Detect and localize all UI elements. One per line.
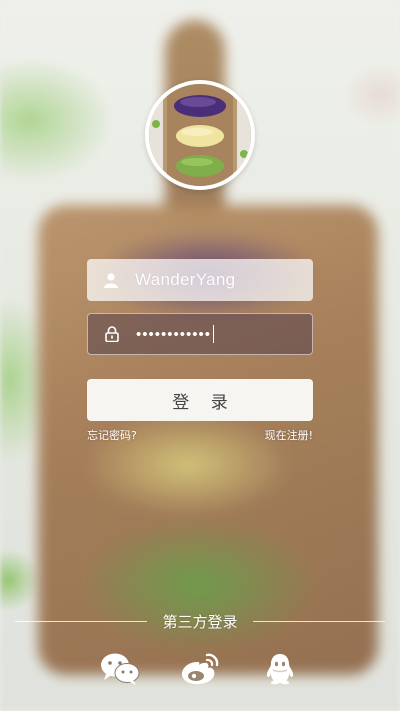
weibo-icon[interactable] [180,651,220,687]
third-party-title: 第三方登录 [162,613,238,631]
lock-icon [88,313,136,355]
login-button[interactable]: 登 录 [87,379,313,421]
avatar[interactable] [145,80,255,190]
username-value: WanderYang [135,270,236,289]
password-field[interactable]: •••••••••••• [87,313,313,355]
wechat-icon[interactable] [100,651,140,687]
forgot-password-link[interactable]: 忘记密码? [87,427,137,443]
username-field[interactable]: WanderYang [87,259,313,301]
user-icon [87,259,135,301]
text-cursor [213,325,215,343]
divider-left [15,621,147,622]
divider-right [253,621,385,622]
qq-icon[interactable] [260,651,300,687]
register-link[interactable]: 现在注册! [265,427,313,443]
password-value: •••••••••••• [136,325,212,343]
